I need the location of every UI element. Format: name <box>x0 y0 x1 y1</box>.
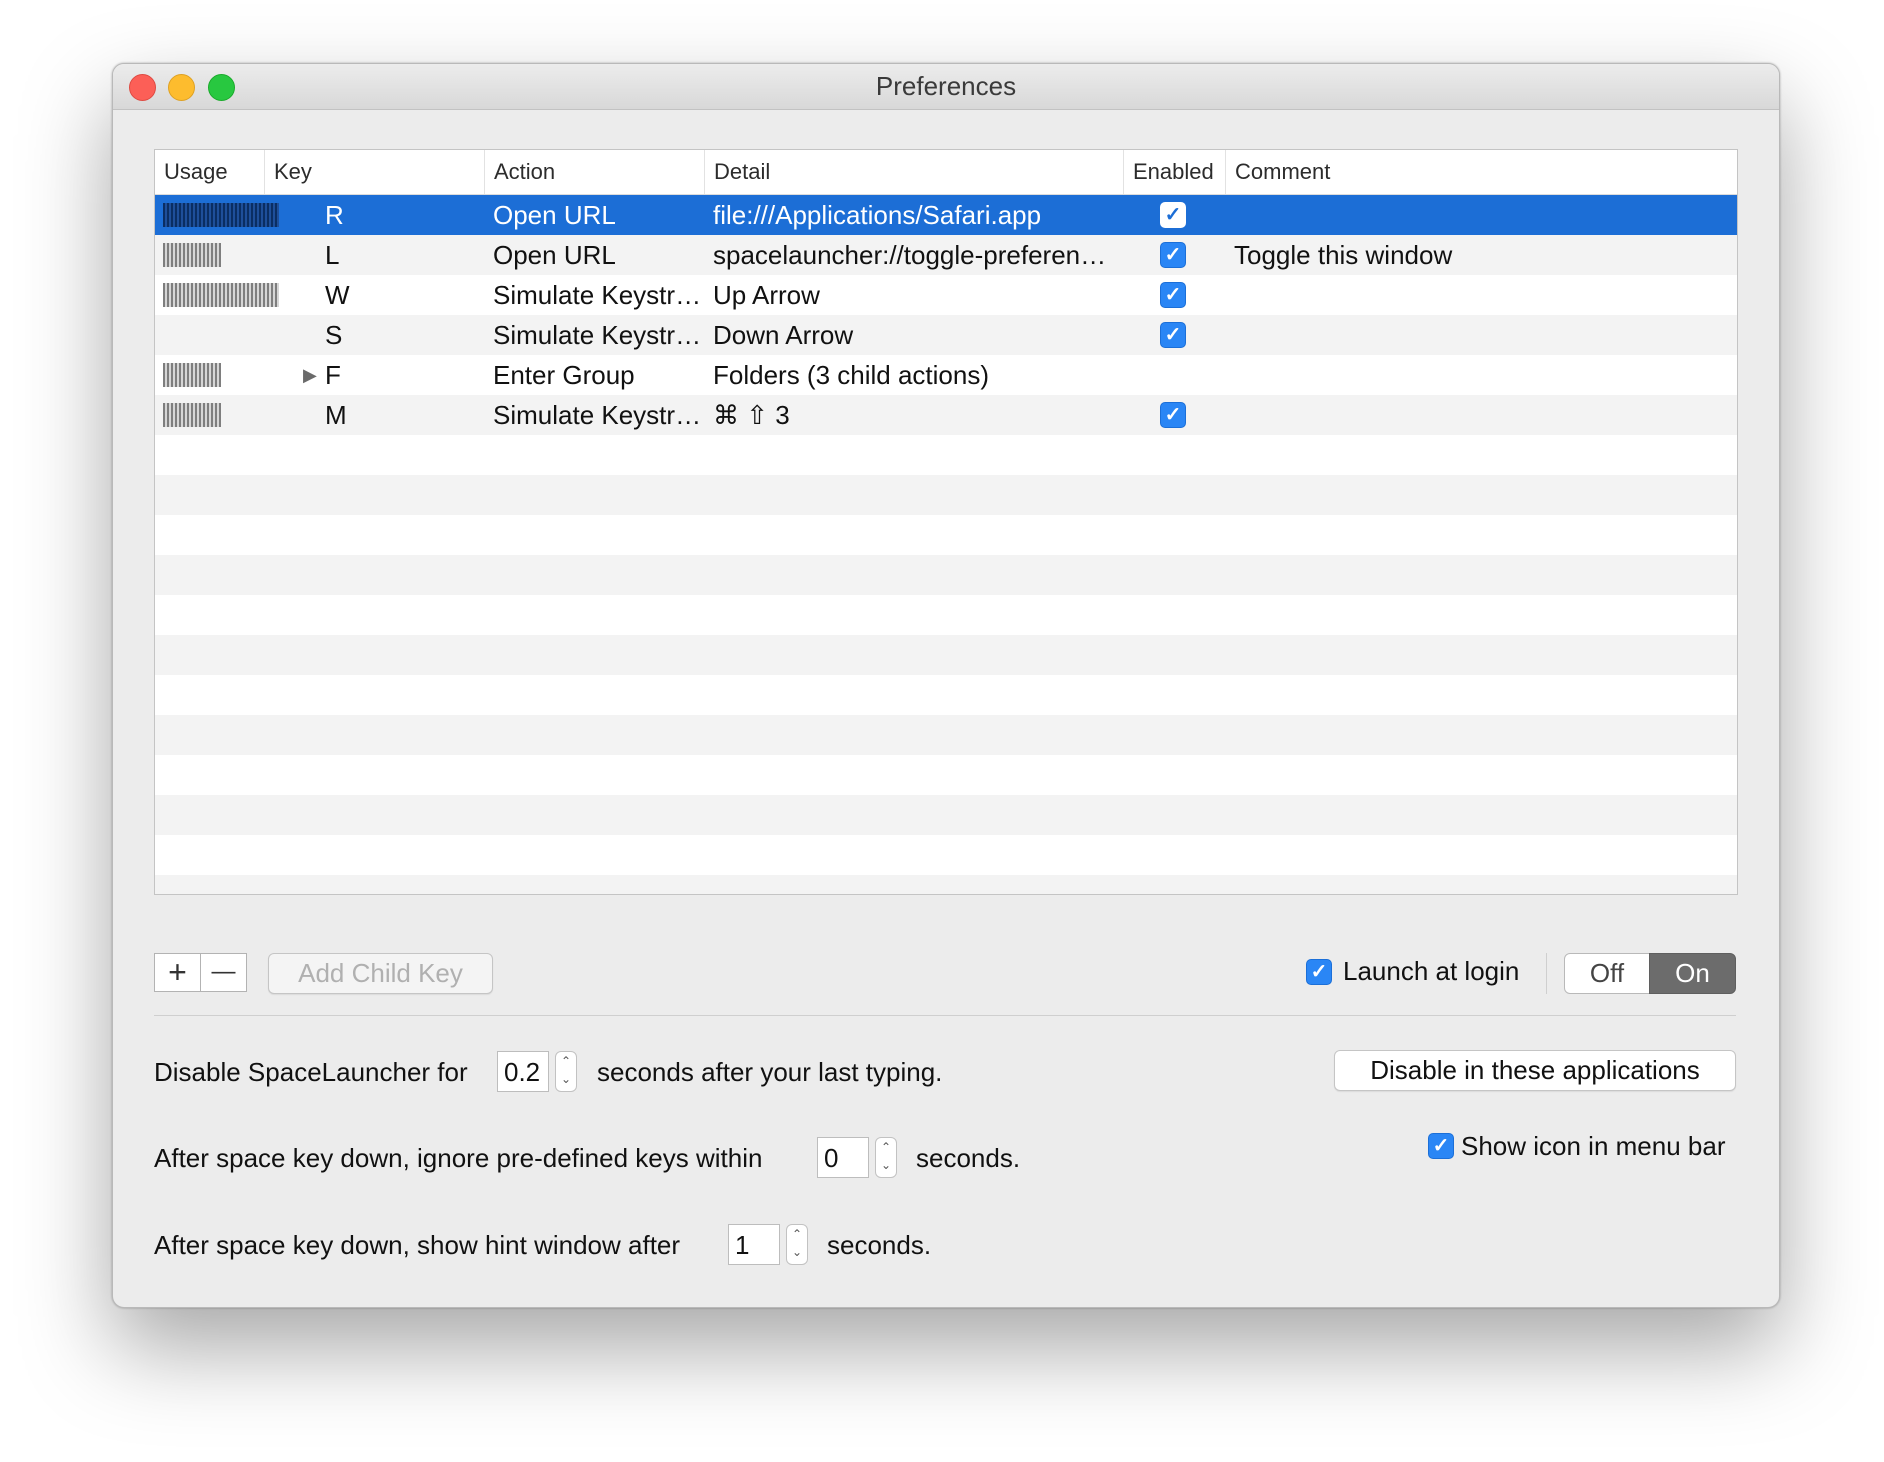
cell-action: Open URL <box>493 200 616 230</box>
window-title: Preferences <box>875 71 1017 101</box>
column-header-comment[interactable]: Comment <box>1226 150 1737 194</box>
table-row[interactable]: M Simulate Keystroke ⌘ ⇧ 3 ✓ <box>155 395 1737 435</box>
toggle-off-segment[interactable]: Off <box>1564 953 1650 994</box>
launch-at-login-checkbox[interactable]: ✓ <box>1306 959 1332 985</box>
column-header-enabled[interactable]: Enabled <box>1124 150 1226 194</box>
usage-bar <box>163 363 221 387</box>
column-header-usage[interactable]: Usage <box>155 150 265 194</box>
empty-table-row <box>155 875 1737 894</box>
cell-action: Simulate Keystroke <box>493 400 705 430</box>
checkmark-icon: ✓ <box>1164 204 1182 226</box>
key-actions-table[interactable]: Usage Key Action Detail Enabled Comment … <box>154 149 1738 895</box>
empty-table-row <box>155 555 1737 595</box>
cell-comment <box>1234 355 1729 395</box>
checkmark-icon: ✓ <box>1310 961 1328 983</box>
table-row[interactable]: S Simulate Keystroke Down Arrow ✓ <box>155 315 1737 355</box>
cell-key: F <box>325 360 341 390</box>
enabled-checkbox[interactable]: ✓ <box>1160 322 1186 348</box>
cell-action: Open URL <box>493 240 616 270</box>
cell-action: Simulate Keystroke <box>493 280 705 310</box>
cell-key: W <box>325 280 350 310</box>
cell-key: S <box>325 320 343 350</box>
empty-table-row <box>155 795 1737 835</box>
empty-table-row <box>155 595 1737 635</box>
empty-table-row <box>155 675 1737 715</box>
cell-action: Simulate Keystroke <box>493 320 705 350</box>
column-header-key[interactable]: Key <box>265 150 485 194</box>
cell-comment <box>1234 395 1729 435</box>
empty-table-row <box>155 715 1737 755</box>
checkmark-icon: ✓ <box>1164 324 1182 346</box>
cell-detail: spacelauncher://toggle-preferences-w... <box>713 240 1118 270</box>
empty-table-row <box>155 475 1737 515</box>
show-icon-label: Show icon in menu bar <box>1461 1131 1726 1161</box>
cell-comment: Toggle this window <box>1234 240 1453 270</box>
table-row[interactable]: W Simulate Keystroke Up Arrow ✓ <box>155 275 1737 315</box>
hint-window-input[interactable]: 1 <box>728 1224 780 1265</box>
ignore-keys-label: After space key down, ignore pre-defined… <box>154 1143 763 1173</box>
enabled-checkbox[interactable]: ✓ <box>1160 282 1186 308</box>
empty-table-row <box>155 435 1737 475</box>
disable-in-applications-button[interactable]: Disable in these applications <box>1334 1050 1736 1091</box>
hint-window-suffix: seconds. <box>827 1230 932 1260</box>
stepper-arrows-icon[interactable]: ⌃ ⌄ <box>786 1224 808 1265</box>
empty-table-row <box>155 635 1737 675</box>
disclosure-triangle-icon[interactable]: ▶ <box>303 355 317 395</box>
toggle-on-segment[interactable]: On <box>1649 953 1736 994</box>
enabled-checkbox[interactable]: ✓ <box>1160 402 1186 428</box>
cell-detail: Down Arrow <box>713 320 854 350</box>
cell-detail: ⌘ ⇧ 3 <box>713 400 790 430</box>
checkmark-icon: ✓ <box>1164 284 1182 306</box>
add-child-key-button[interactable]: Add Child Key <box>268 953 493 994</box>
usage-bar <box>163 403 221 427</box>
stepper-arrows-icon[interactable]: ⌃ ⌄ <box>875 1137 897 1178</box>
cell-comment <box>1234 315 1729 355</box>
disable-for-input[interactable]: 0.2 <box>497 1051 549 1092</box>
preferences-window: Preferences Usage Key Action Detail Enab… <box>112 63 1780 1308</box>
column-header-action[interactable]: Action <box>485 150 705 194</box>
remove-key-button[interactable]: — <box>200 953 247 992</box>
launch-at-login-label: Launch at login <box>1343 956 1520 986</box>
show-icon-checkbox[interactable]: ✓ <box>1428 1133 1454 1159</box>
cell-comment <box>1234 275 1729 315</box>
usage-bar <box>163 243 221 267</box>
column-header-detail[interactable]: Detail <box>705 150 1124 194</box>
checkmark-icon: ✓ <box>1164 404 1182 426</box>
cell-comment <box>1234 195 1729 235</box>
ignore-keys-suffix: seconds. <box>916 1143 1021 1173</box>
cell-key: M <box>325 400 347 430</box>
enabled-checkbox[interactable]: ✓ <box>1160 242 1186 268</box>
section-divider <box>154 1015 1736 1016</box>
disable-for-suffix: seconds after your last typing. <box>597 1057 943 1087</box>
empty-table-row <box>155 755 1737 795</box>
disable-for-label: Disable SpaceLauncher for <box>154 1057 468 1087</box>
add-key-button[interactable]: + <box>154 953 201 992</box>
table-row[interactable]: R Open URL file:///Applications/Safari.app… <box>155 195 1737 235</box>
table-row[interactable]: ▶ F Enter Group Folders (3 child actions) <box>155 355 1737 395</box>
usage-bar <box>163 283 279 307</box>
cell-detail: Folders (3 child actions) <box>713 360 989 390</box>
enabled-checkbox[interactable]: ✓ <box>1160 202 1186 228</box>
table-row[interactable]: L Open URL spacelauncher://toggle-preferen… <box>155 235 1737 275</box>
cell-detail: file:///Applications/Safari.app <box>713 200 1042 230</box>
table-header: Usage Key Action Detail Enabled Comment <box>155 150 1737 195</box>
ignore-keys-input[interactable]: 0 <box>817 1137 869 1178</box>
cell-action: Enter Group <box>493 360 635 390</box>
stepper-arrows-icon[interactable]: ⌃ ⌄ <box>555 1051 577 1092</box>
hint-window-label: After space key down, show hint window a… <box>154 1230 681 1260</box>
toolbar-separator <box>1546 953 1547 994</box>
empty-table-row <box>155 515 1737 555</box>
usage-bar <box>163 203 279 227</box>
cell-detail: Up Arrow <box>713 280 820 310</box>
cell-key: R <box>325 200 344 230</box>
title-bar[interactable]: Preferences <box>113 64 1779 110</box>
checkmark-icon: ✓ <box>1432 1135 1450 1157</box>
checkmark-icon: ✓ <box>1164 244 1182 266</box>
cell-key: L <box>325 240 340 270</box>
empty-table-row <box>155 835 1737 875</box>
